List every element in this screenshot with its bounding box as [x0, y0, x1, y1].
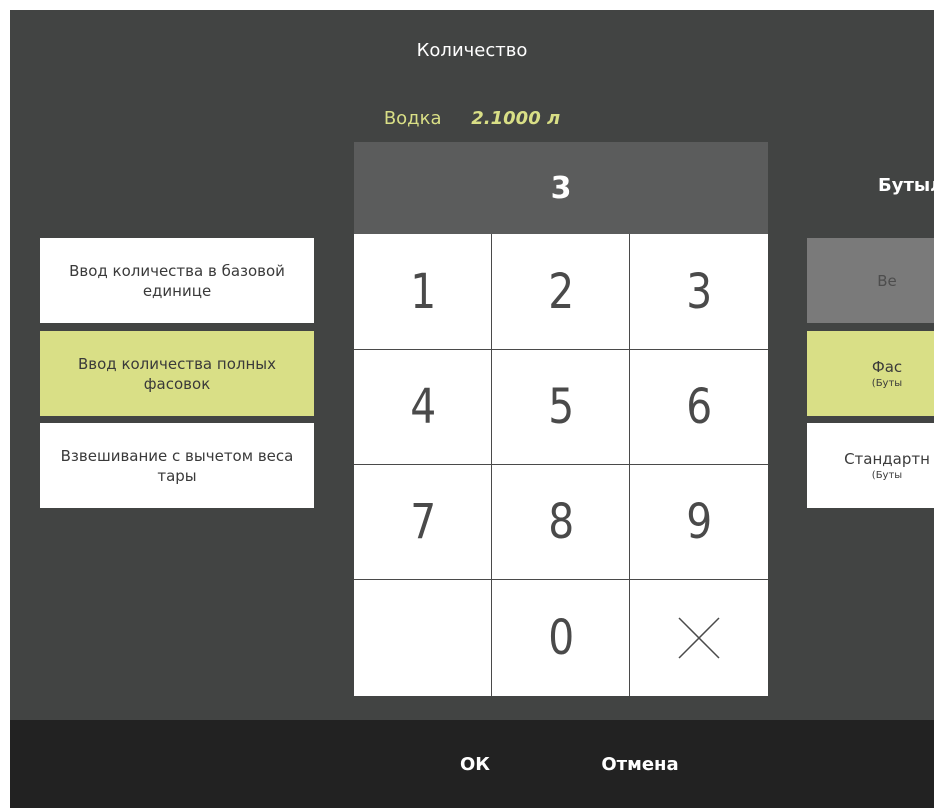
quantity-dialog: Количество Водка 2.1000 л 3 1 2 3 4 5 6 … — [10, 10, 934, 808]
key-9-label: 9 — [686, 494, 712, 550]
cancel-button[interactable]: Отмена — [580, 720, 700, 808]
key-4[interactable]: 4 — [354, 350, 492, 465]
key-0[interactable]: 0 — [492, 580, 630, 696]
key-4-label: 4 — [409, 379, 436, 435]
key-3-label: 3 — [686, 263, 712, 320]
numeric-keypad: 1 2 3 4 5 6 7 8 9 0 — [354, 234, 768, 696]
packaging-title: Бутыл — [878, 175, 934, 196]
mode-full-packages-label: Ввод количества полных фасовок — [78, 354, 276, 393]
mode-base-unit-label: Ввод количества в базовой единице — [69, 261, 285, 300]
product-info: Водка 2.1000 л — [10, 108, 934, 129]
packaging-item-3-label: Стандартн — [844, 450, 930, 468]
key-2-label: 2 — [547, 263, 574, 320]
key-7[interactable]: 7 — [354, 465, 492, 580]
packaging-item-1[interactable]: Ве — [807, 238, 934, 323]
packaging-item-2-label: Фас — [871, 358, 903, 376]
packaging-item-2-sub: (Буты — [871, 378, 903, 389]
packaging-item-1-label: Ве — [877, 271, 897, 290]
key-5[interactable]: 5 — [492, 350, 630, 465]
key-1-label: 1 — [409, 263, 436, 320]
packaging-item-2[interactable]: Фас (Буты — [807, 331, 934, 416]
quantity-display: 3 — [354, 142, 768, 234]
key-0-label: 0 — [547, 610, 574, 666]
mode-tare-weighing-label: Взвешивание с вычетом веса тары — [60, 446, 294, 485]
key-3[interactable]: 3 — [630, 234, 768, 350]
dialog-title: Количество — [416, 40, 528, 61]
mode-full-packages-button[interactable]: Ввод количества полных фасовок — [40, 331, 314, 416]
key-8[interactable]: 8 — [492, 465, 630, 580]
key-empty — [354, 580, 492, 696]
ok-button-label: ОК — [459, 753, 490, 775]
packaging-item-3-sub: (Буты — [871, 470, 903, 481]
mode-tare-weighing-button[interactable]: Взвешивание с вычетом веса тары — [40, 423, 314, 508]
dialog-footer: ОК Отмена — [10, 720, 934, 808]
ok-button[interactable]: ОК — [435, 720, 515, 808]
packaging-item-3[interactable]: Стандартн (Буты — [807, 423, 934, 508]
close-icon — [678, 617, 720, 659]
product-name: Водка — [383, 108, 442, 129]
key-6-label: 6 — [686, 379, 712, 435]
key-clear[interactable] — [630, 580, 768, 696]
product-amount: 2.1000 л — [471, 108, 561, 129]
key-2[interactable]: 2 — [492, 234, 630, 350]
key-7-label: 7 — [409, 494, 436, 550]
cancel-button-label: Отмена — [601, 753, 679, 775]
key-5-label: 5 — [547, 379, 574, 435]
key-9[interactable]: 9 — [630, 465, 768, 580]
key-6[interactable]: 6 — [630, 350, 768, 465]
key-8-label: 8 — [547, 494, 574, 550]
key-1[interactable]: 1 — [354, 234, 492, 350]
mode-base-unit-button[interactable]: Ввод количества в базовой единице — [40, 238, 314, 323]
